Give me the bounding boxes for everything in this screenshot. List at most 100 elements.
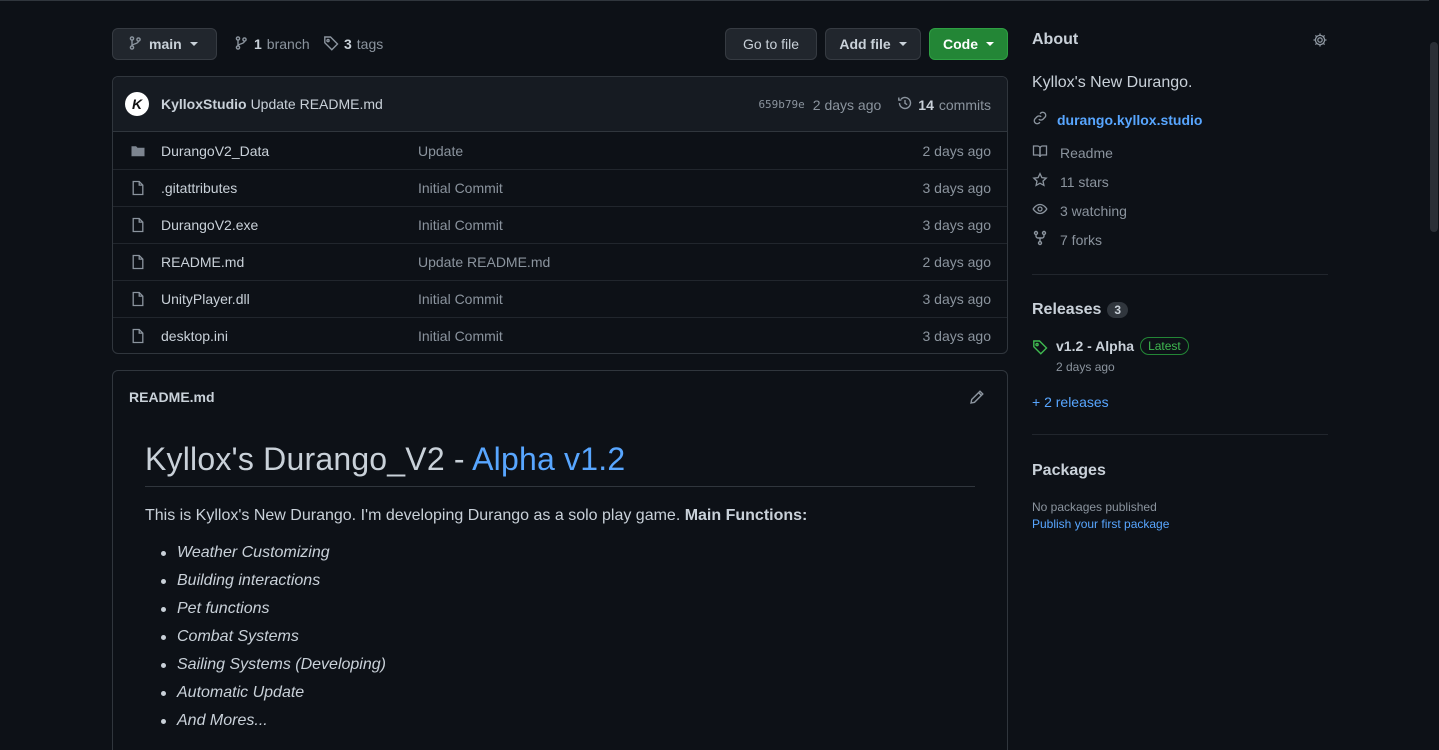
stars-label: 11 stars [1060,173,1109,190]
commits-count: 14 [918,96,934,113]
file-name[interactable]: UnityPlayer.dll [161,291,418,307]
file-row[interactable]: UnityPlayer.dll Initial Commit 3 days ago [113,280,1007,317]
file-commit-message[interactable]: Initial Commit [418,291,503,307]
readme-label: Readme [1060,144,1113,161]
stars-link[interactable]: 11 stars [1032,167,1328,196]
homepage-link[interactable]: durango.kyllox.studio [1032,110,1328,129]
file-name[interactable]: README.md [161,254,418,270]
list-item: Building interactions [161,567,975,595]
about-heading: About [1032,31,1079,48]
releases-count-badge: 3 [1107,302,1129,318]
commit-author[interactable]: KylloxStudio [161,96,247,112]
code-label: Code [943,36,978,52]
latest-release-title-row: v1.2 - Alpha Latest [1056,337,1189,355]
tag-icon [1032,339,1048,358]
packages-heading[interactable]: Packages [1032,462,1328,480]
file-rows: DurangoV2_Data Update 2 days ago .gitattrib… [113,132,1007,353]
file-row[interactable]: desktop.ini Initial Commit 3 days ago [113,317,1007,353]
file-age: 3 days ago [922,328,992,344]
branch-name: main [149,36,182,52]
file-age: 2 days ago [922,254,992,270]
list-item: Pet functions [161,595,975,623]
code-button[interactable]: Code [929,28,1008,60]
release-name[interactable]: v1.2 - Alpha [1056,338,1134,354]
gear-icon[interactable] [1312,32,1328,51]
releases-header[interactable]: Releases 3 [1032,301,1328,319]
readme-link[interactable]: Readme [1032,138,1328,167]
list-item: Automatic Update [161,679,975,707]
repo-toolbar: main 1 branch 3 tags Go to file Add file… [112,28,1008,60]
top-border [0,0,1439,1]
file-commit-message[interactable]: Update [418,143,463,159]
add-file-button[interactable]: Add file [825,28,921,60]
readme-intro-bold: Main Functions: [684,507,808,524]
latest-commit-bar: K KylloxStudio Update README.md 659b79e … [113,77,1007,132]
eye-icon [1032,201,1048,220]
file-name[interactable]: desktop.ini [161,328,418,344]
repo-forked-icon [1032,230,1048,249]
chevron-down-icon [898,42,907,46]
packages-empty-text: No packages published [1032,500,1157,514]
about-header: About [1032,28,1328,52]
go-to-file-button[interactable]: Go to file [725,28,817,60]
commit-meta: 659b79e 2 days ago 14 commits [758,77,991,132]
file-name[interactable]: DurangoV2.exe [161,217,418,233]
readme-title-main: Kyllox's Durango_V2 - [145,441,473,477]
readme-box: README.md Kyllox's Durango_V2 - Alpha v1… [112,370,1008,750]
git-branch-icon [233,35,249,54]
tags-label: tags [356,36,384,52]
commits-link[interactable]: 14 commits [897,95,991,114]
file-list-box: K KylloxStudio Update README.md 659b79e … [112,76,1008,354]
file-row[interactable]: .gitattributes Initial Commit 3 days ago [113,169,1007,206]
file-row[interactable]: DurangoV2_Data Update 2 days ago [113,132,1007,169]
file-commit-message[interactable]: Initial Commit [418,328,503,344]
readme-title-accent[interactable]: Alpha v1.2 [472,441,625,477]
file-row[interactable]: DurangoV2.exe Initial Commit 3 days ago [113,206,1007,243]
readme-filename[interactable]: README.md [129,389,215,405]
branches-count: 1 [254,36,262,52]
sidebar-divider [1032,274,1328,275]
git-branch-icon [127,35,143,54]
latest-badge: Latest [1140,337,1189,355]
file-name[interactable]: .gitattributes [161,180,418,196]
pencil-icon[interactable] [969,389,985,408]
watching-label: 3 watching [1060,202,1127,219]
file-commit-message[interactable]: Initial Commit [418,180,503,196]
commit-age: 2 days ago [812,96,882,113]
file-age: 3 days ago [922,217,992,233]
latest-release[interactable]: v1.2 - Alpha Latest 2 days ago [1032,337,1328,374]
file-commit-message[interactable]: Initial Commit [418,217,503,233]
page-scrollbar-thumb[interactable] [1430,42,1438,232]
publish-package-link[interactable]: Publish your first package [1032,517,1328,531]
list-item: And Mores... [161,707,975,735]
avatar[interactable]: K [125,92,149,116]
readme-intro: This is Kyllox's New Durango. I'm develo… [145,507,975,525]
file-age: 2 days ago [922,142,992,159]
homepage-url: durango.kyllox.studio [1057,111,1203,128]
file-row[interactable]: README.md Update README.md 2 days ago [113,243,1007,280]
file-icon [129,179,147,197]
tags-link[interactable]: 3 tags [323,28,383,60]
readme-content: Kyllox's Durango_V2 - Alpha v1.2 This is… [113,423,1007,735]
list-item: Sailing Systems (Developing) [161,651,975,679]
repo-sidebar: About Kyllox's New Durango. durango.kyll… [1032,28,1328,531]
watching-link[interactable]: 3 watching [1032,196,1328,225]
commit-message[interactable]: Update README.md [251,96,383,112]
more-releases-link[interactable]: + 2 releases [1032,394,1328,410]
file-name[interactable]: DurangoV2_Data [161,143,418,159]
file-age: 3 days ago [922,180,992,196]
readme-intro-text: This is Kyllox's New Durango. I'm develo… [145,507,685,524]
file-icon [129,290,147,308]
file-commit-message[interactable]: Update README.md [418,254,550,270]
commit-sha[interactable]: 659b79e [758,98,804,111]
readme-header: README.md [113,371,1007,423]
tag-icon [323,35,339,54]
readme-title: Kyllox's Durango_V2 - Alpha v1.2 [145,441,975,487]
forks-link[interactable]: 7 forks [1032,225,1328,254]
folder-icon [129,142,147,160]
branch-selector-button[interactable]: main [112,28,217,60]
list-item: Combat Systems [161,623,975,651]
file-icon [129,327,147,345]
branches-link[interactable]: 1 branch [233,28,310,60]
release-date: 2 days ago [1056,360,1115,374]
